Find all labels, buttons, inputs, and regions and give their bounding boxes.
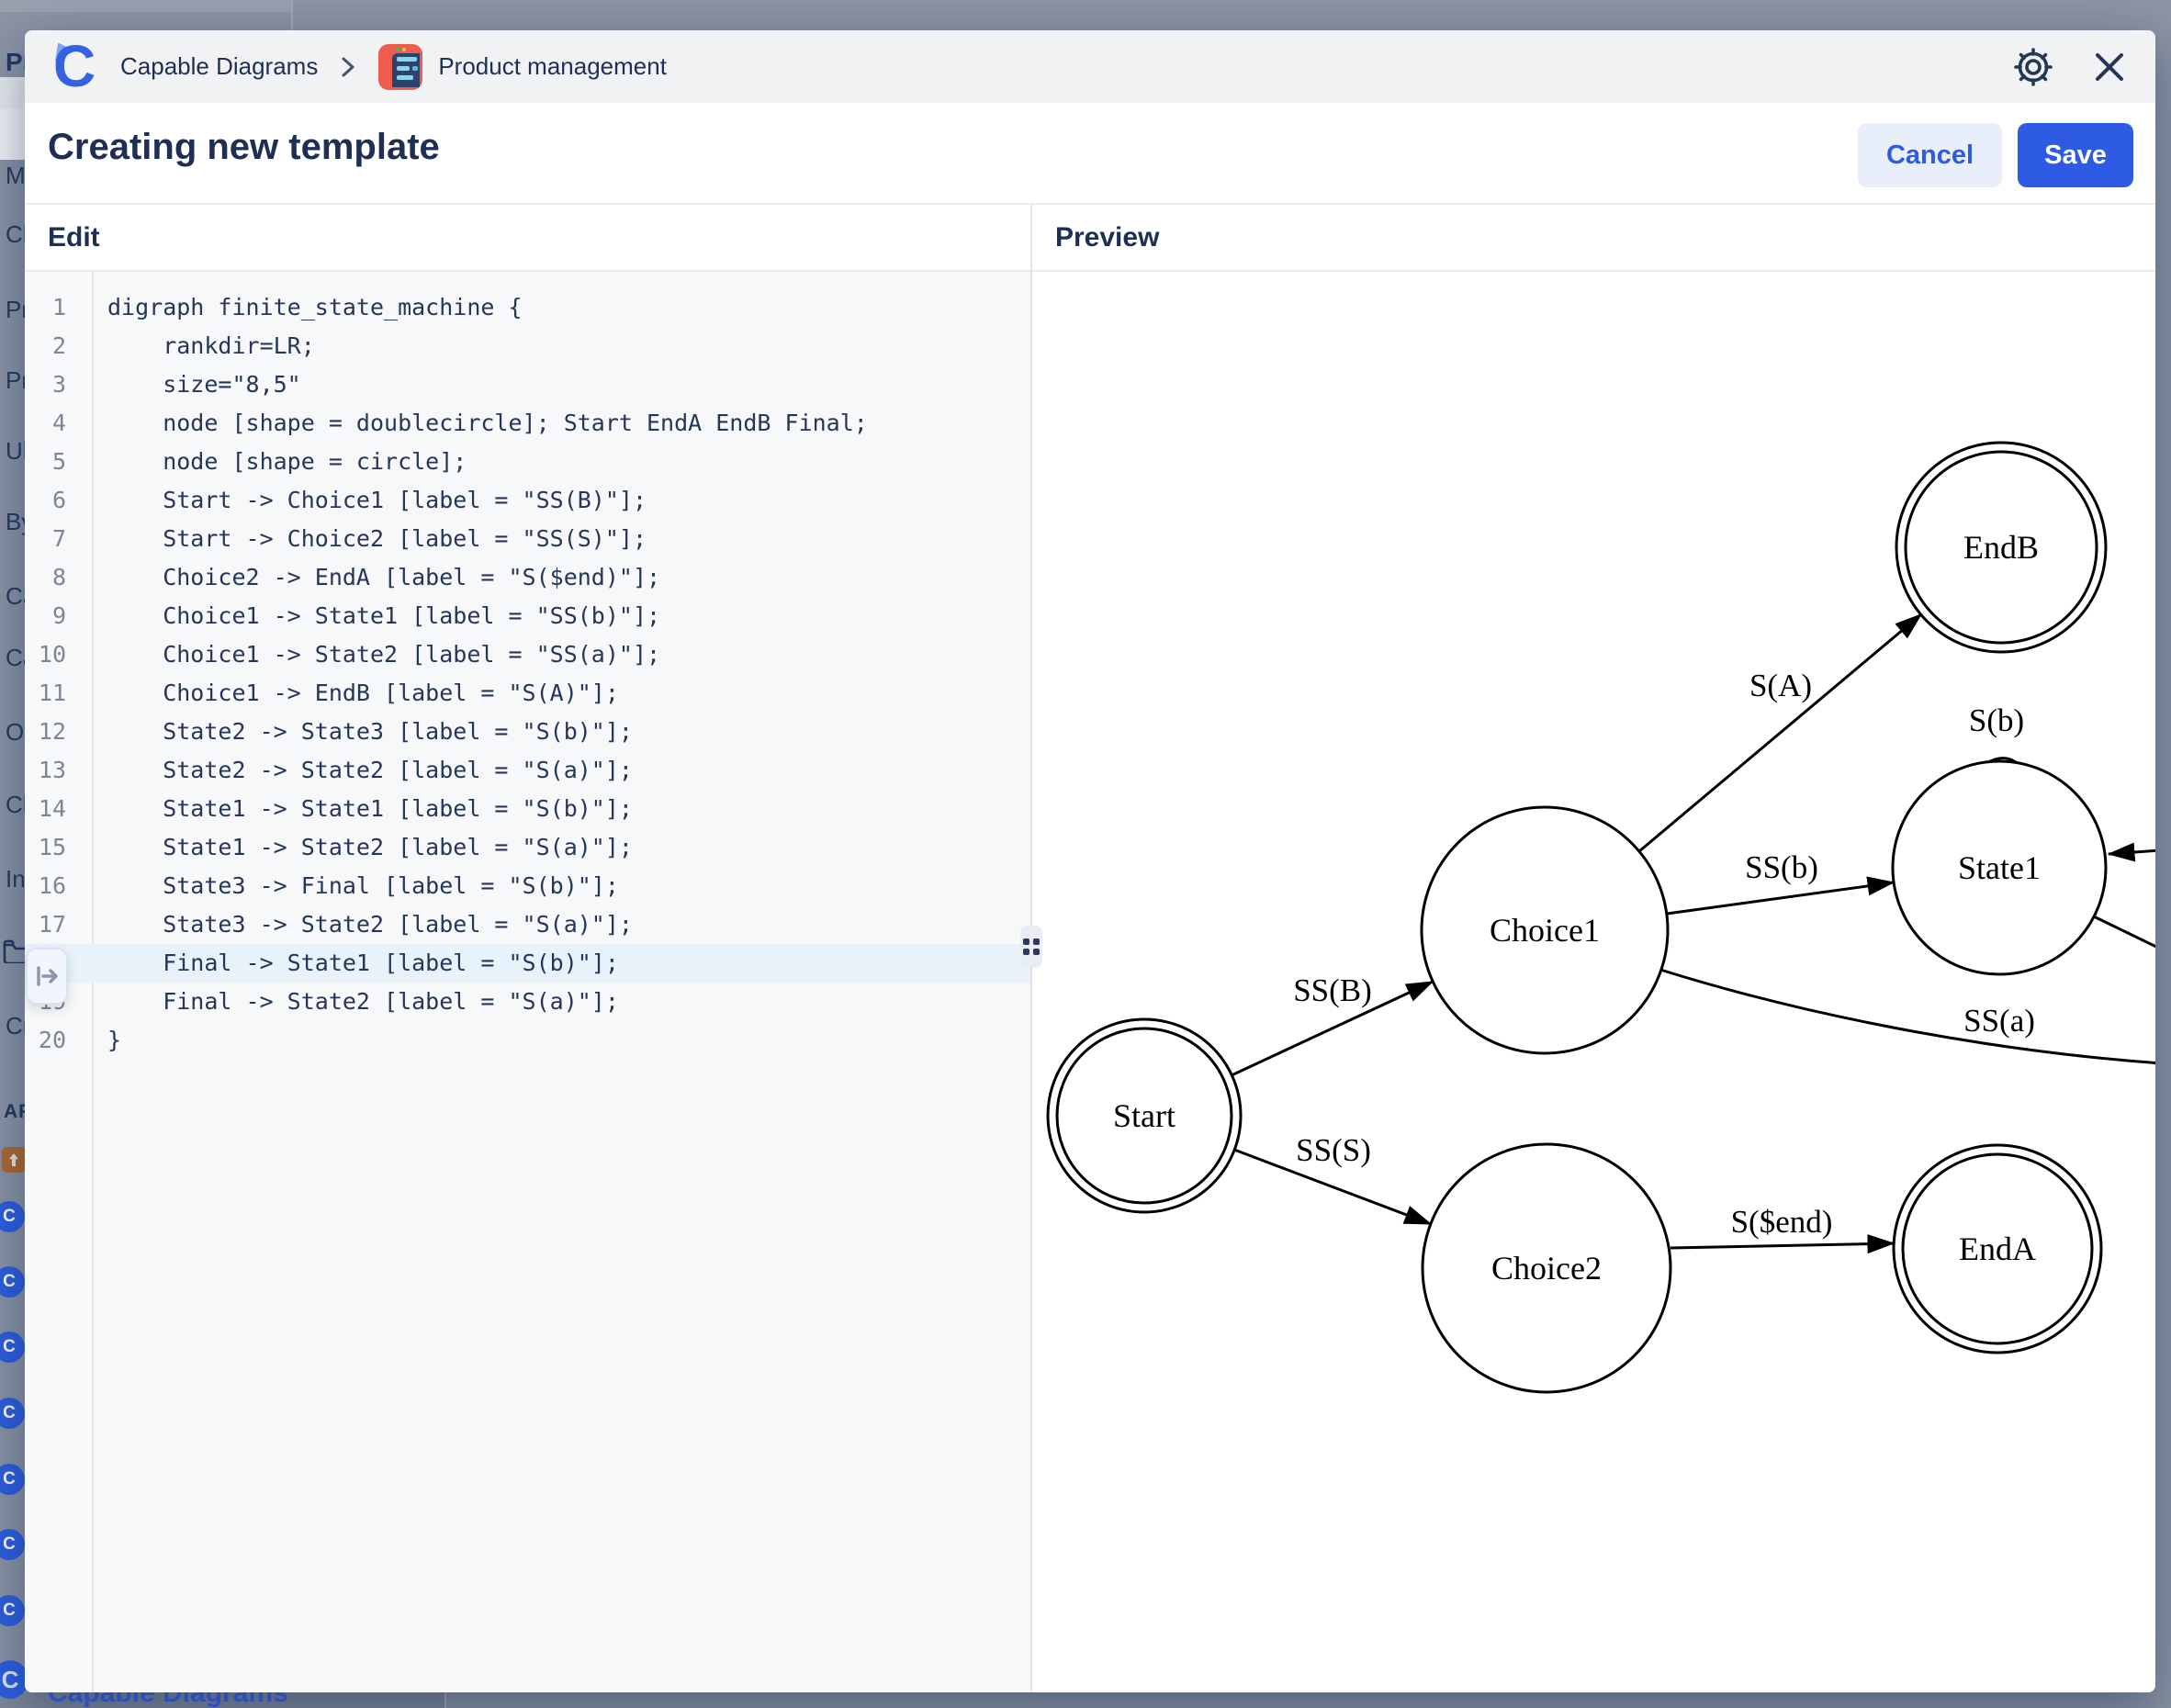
fsm-edge-Choice2-EndA [1670, 1243, 1894, 1248]
background-bottom-divider [444, 1692, 446, 1708]
diagram-preview: Start Choice1 Choice2 State1 EndB EndA SS(B) S… [1032, 272, 2155, 1692]
code-line: 11 Choice1 -> EndB [label = "S(A)"]; [25, 674, 1030, 713]
fsm-edge-Choice1-State2 [1660, 970, 2155, 1063]
background-top-divider [291, 0, 293, 30]
template-editor-modal: C Capable Diagrams Product management [25, 30, 2155, 1692]
screen: { "colors": { "accent_blue": "#2d5be3", … [0, 0, 2171, 1708]
code-editor[interactable]: 1digraph finite_state_machine {2 rankdir… [25, 272, 1030, 1692]
svg-text:EndA: EndA [1959, 1230, 2036, 1267]
code-line: 8 Choice2 -> EndA [label = "S($end)"]; [25, 558, 1030, 597]
svg-text:Choice2: Choice2 [1491, 1250, 1602, 1287]
code-line: 10 Choice1 -> State2 [label = "SS(a)"]; [25, 635, 1030, 674]
code-line: 20} [25, 1021, 1030, 1060]
panes-header: Edit Preview [25, 205, 2155, 272]
close-icon[interactable] [2091, 49, 2128, 85]
app-icon: C [0, 1201, 25, 1232]
code-line: 16 State3 -> Final [label = "S(b)"]; [25, 867, 1030, 905]
indent-arrow-icon [32, 961, 62, 991]
fsm-edge-label: SS(b) [1745, 849, 1818, 885]
fsm-node-State1: State1 [1893, 761, 2106, 974]
background-sidebar-band [0, 108, 25, 160]
svg-text:State1: State1 [1958, 849, 2041, 886]
code-line: 17 State3 -> State2 [label = "S(a)"]; [25, 905, 1030, 944]
code-line: 6 Start -> Choice1 [label = "SS(B)"]; [25, 481, 1030, 520]
background-bottom-strip: Capable Diagrams [0, 1692, 2171, 1708]
background-bottom-panel [446, 1692, 2171, 1708]
modal-title-row: Creating new template Cancel Save [25, 103, 2155, 205]
code-line: 19 Final -> State2 [label = "S(a)"]; [25, 983, 1030, 1021]
capable-diagrams-logo-icon: C [53, 40, 103, 94]
breadcrumb-chevron-icon [340, 54, 356, 80]
app-icon: C [0, 1398, 25, 1429]
fsm-edge-Choice1-State1 [1667, 882, 1894, 914]
fsm-edge-label: SS(S) [1296, 1132, 1371, 1168]
code-line: 15 State1 -> State2 [label = "S(a)"]; [25, 828, 1030, 867]
code-line: 2 rankdir=LR; [25, 327, 1030, 365]
background-top-tab [0, 0, 291, 12]
code-line: 18 Final -> State1 [label = "S(b)"]; [25, 944, 1030, 983]
fsm-edge-Choice1-EndB [1639, 614, 1921, 851]
fsm-node-Choice2: Choice2 [1423, 1144, 1670, 1392]
svg-text:Start: Start [1113, 1097, 1175, 1134]
svg-text:Choice1: Choice1 [1490, 912, 1600, 949]
fsm-diagram: Start Choice1 Choice2 State1 EndB EndA SS(B) S… [1032, 272, 2155, 1692]
breadcrumb-app[interactable]: Capable Diagrams [120, 52, 318, 81]
breadcrumb-page[interactable]: Product management [438, 52, 667, 81]
page-title: Creating new template [48, 127, 440, 168]
app-icon: C [0, 1464, 25, 1495]
app-icon: C [0, 1529, 25, 1560]
pane-resize-handle[interactable] [1020, 926, 1042, 968]
fsm-node-EndB: EndB [1896, 443, 2106, 652]
fsm-edge-State1-State2 [2094, 916, 2155, 949]
background-sidebar-band [0, 77, 25, 108]
app-upload-icon [2, 1147, 26, 1173]
app-icon: C [0, 1332, 25, 1363]
product-management-icon [378, 44, 422, 90]
app-icon: C [0, 1595, 25, 1626]
code-lines: 1digraph finite_state_machine {2 rankdir… [25, 288, 1030, 1060]
background-brand-text: Capable Diagrams [48, 1692, 288, 1708]
code-line: 7 Start -> Choice2 [label = "SS(S)"]; [25, 520, 1030, 558]
panes-content: 1digraph finite_state_machine {2 rankdir… [25, 272, 2155, 1692]
background-nav-fragment: M [6, 162, 26, 190]
code-line: 3 size="8,5" [25, 365, 1030, 404]
app-icon: C [0, 1266, 25, 1298]
preview-pane-label: Preview [1030, 205, 2155, 270]
jump-to-line-button[interactable] [26, 948, 68, 1005]
fsm-edge-label: S(b) [1969, 702, 2024, 738]
code-line: 5 node [shape = circle]; [25, 443, 1030, 481]
svg-text:EndB: EndB [1963, 529, 2039, 566]
fsm-node-EndA: EndA [1894, 1145, 2101, 1353]
fsm-edge-label: SS(a) [1963, 1003, 2035, 1039]
save-button[interactable]: Save [2018, 123, 2133, 187]
fsm-edge-label: SS(B) [1293, 972, 1372, 1008]
code-line: 1digraph finite_state_machine { [25, 288, 1030, 327]
cancel-button[interactable]: Cancel [1858, 123, 2002, 187]
fsm-edge-label: S(A) [1749, 668, 1812, 703]
code-line: 9 Choice1 -> State1 [label = "SS(b)"]; [25, 597, 1030, 635]
modal-header: C Capable Diagrams Product management [25, 30, 2155, 103]
code-line: 12 State2 -> State3 [label = "S(b)"]; [25, 713, 1030, 751]
code-line: 14 State1 -> State1 [label = "S(b)"]; [25, 790, 1030, 828]
fsm-node-Choice1: Choice1 [1422, 807, 1668, 1053]
code-line: 4 node [shape = doublecircle]; Start End… [25, 404, 1030, 443]
edit-pane-label: Edit [25, 205, 1030, 270]
code-line: 13 State2 -> State2 [label = "S(a)"]; [25, 751, 1030, 790]
background-nav-fragment: In [6, 865, 26, 893]
fsm-edge-label: S($end) [1731, 1204, 1833, 1240]
fsm-node-Start: Start [1048, 1019, 1241, 1212]
fsm-edge-Final-State1 [2109, 850, 2155, 854]
settings-gear-icon[interactable] [2012, 46, 2054, 88]
